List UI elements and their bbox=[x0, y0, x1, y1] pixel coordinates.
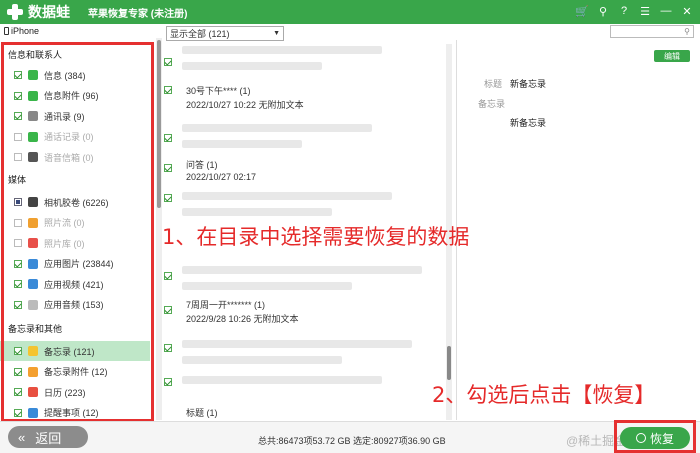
recover-highlight-box bbox=[614, 420, 696, 453]
minimize-icon[interactable]: — bbox=[659, 4, 673, 18]
menu-icon[interactable]: ☰ bbox=[638, 4, 652, 18]
edit-button[interactable]: 编辑 bbox=[654, 50, 690, 62]
app-subtitle: 苹果恢复专家 (未注册) bbox=[88, 8, 188, 20]
logo-plus-icon bbox=[6, 3, 24, 21]
search-icon: ⚲ bbox=[684, 27, 690, 36]
row-checkbox[interactable] bbox=[164, 134, 172, 142]
device-name: iPhone bbox=[11, 26, 40, 36]
detail-note-label: 备忘录 bbox=[478, 99, 506, 109]
list-item-meta: 2022/9/28 10:26 无附加文本 bbox=[186, 314, 299, 324]
help-icon[interactable]: ? bbox=[617, 4, 631, 18]
key-icon[interactable]: ⚲ bbox=[596, 4, 610, 18]
list-item-title: 问答 (1) bbox=[186, 160, 218, 170]
detail-title-value: 新备忘录 bbox=[510, 79, 547, 89]
sidebar-highlight-box bbox=[1, 42, 154, 422]
row-checkbox[interactable] bbox=[164, 272, 172, 280]
chevron-down-icon: ▼ bbox=[273, 30, 280, 37]
app-logo: 数据蛙 bbox=[6, 2, 70, 22]
row-checkbox[interactable] bbox=[164, 306, 172, 314]
row-checkbox[interactable] bbox=[164, 194, 172, 202]
back-button[interactable]: « 返回 bbox=[8, 426, 88, 448]
row-checkbox[interactable] bbox=[164, 58, 172, 66]
phone-device-icon bbox=[4, 27, 9, 35]
footer-bar: « 返回 总共:86473项53.72 GB 选定:80927项36.90 GB… bbox=[0, 421, 700, 453]
row-checkbox[interactable] bbox=[164, 378, 172, 386]
list-item-title: 7周周一开******* (1) bbox=[186, 300, 266, 310]
annotation-step2: 2、勾选后点击【恢复】 bbox=[432, 383, 656, 407]
close-icon[interactable]: ✕ bbox=[680, 4, 694, 18]
list-item-meta: 2022/10/27 02:17 bbox=[186, 172, 257, 182]
detail-note-value: 新备忘录 bbox=[510, 118, 547, 128]
filter-dropdown[interactable]: 显示全部 (121) ▼ bbox=[166, 26, 284, 41]
list-item-title: 标题 (1) bbox=[186, 408, 218, 418]
filter-value: 显示全部 (121) bbox=[170, 29, 230, 39]
back-label: 返回 bbox=[35, 430, 62, 446]
double-chevron-left-icon: « bbox=[18, 429, 26, 445]
row-checkbox[interactable] bbox=[164, 86, 172, 94]
title-bar: 数据蛙 苹果恢复专家 (未注册) 🛒 ⚲ ? ☰ — ✕ bbox=[0, 0, 700, 24]
search-input[interactable]: ⚲ bbox=[610, 25, 694, 38]
annotation-step1: 1、在目录中选择需要恢复的数据 bbox=[162, 225, 470, 249]
cart-icon[interactable]: 🛒 bbox=[575, 4, 589, 18]
list-item-title: 30号下午**** (1) bbox=[186, 86, 251, 96]
logo-name: 数据蛙 bbox=[28, 4, 70, 20]
device-node[interactable]: iPhone bbox=[4, 24, 39, 38]
detail-title-label: 标题 bbox=[484, 79, 503, 89]
list-item-meta: 2022/10/27 10:22 无附加文本 bbox=[186, 100, 304, 110]
selection-stats: 总共:86473项53.72 GB 选定:80927项36.90 GB bbox=[258, 436, 446, 446]
row-checkbox[interactable] bbox=[164, 344, 172, 352]
row-checkbox[interactable] bbox=[164, 164, 172, 172]
